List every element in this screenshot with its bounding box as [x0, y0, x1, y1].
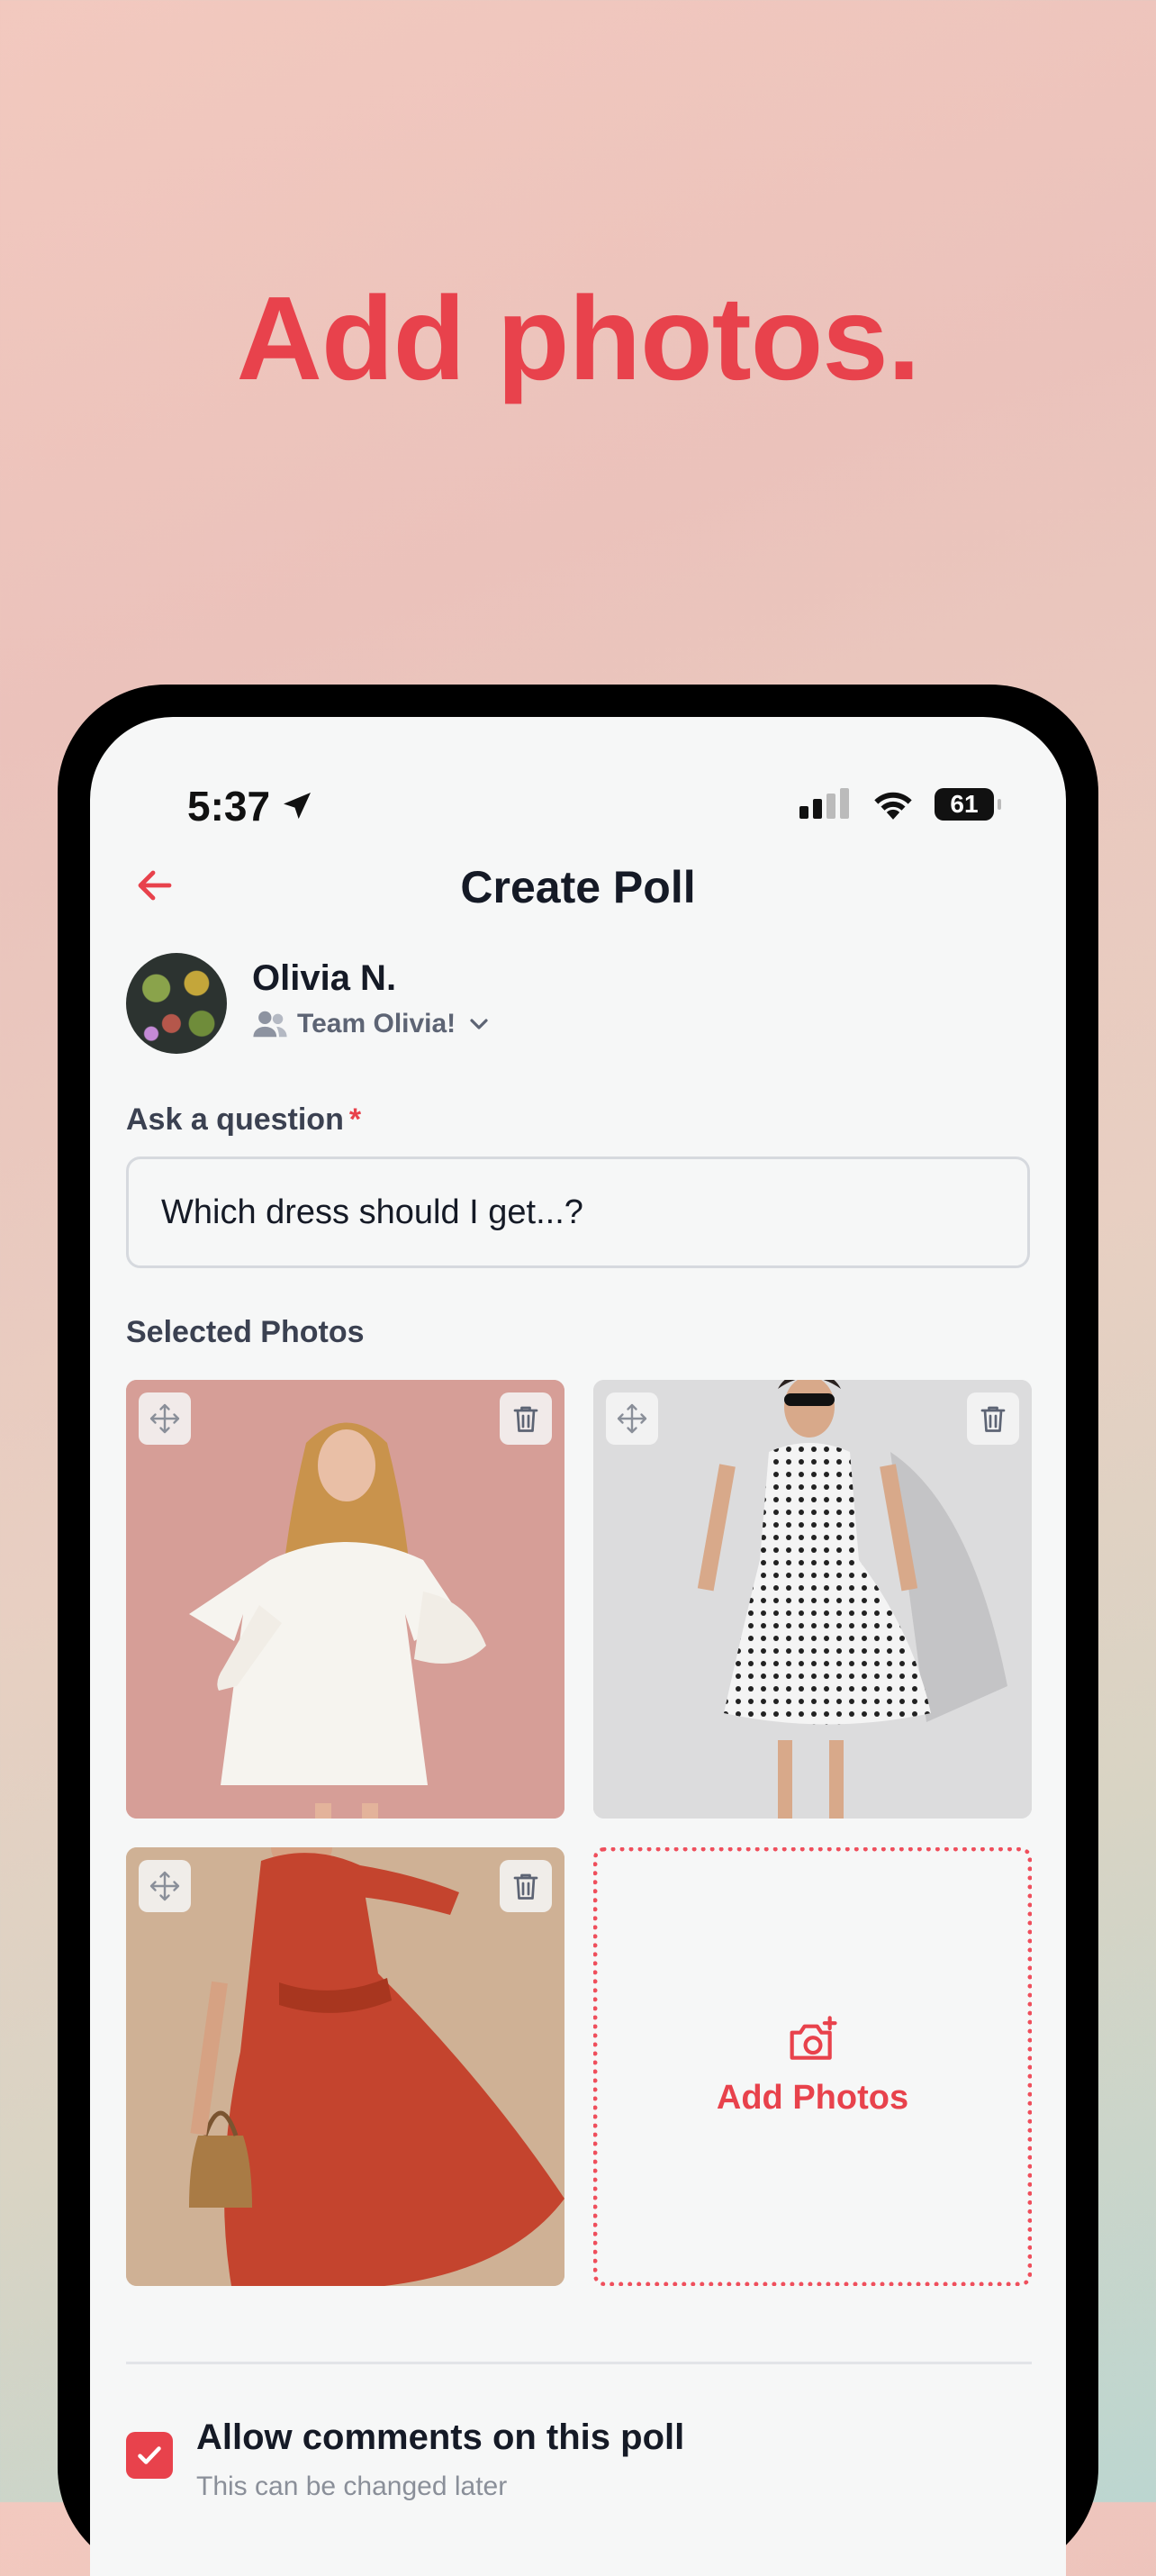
- page-title: Create Poll: [460, 862, 696, 912]
- allow-comments-checkbox[interactable]: [126, 2432, 173, 2479]
- location-arrow-icon: [284, 793, 312, 820]
- allow-comments-label: Allow comments on this poll: [196, 2417, 685, 2457]
- screen: 5:37 61 Create Poll Olivia N. Team Olivi…: [90, 717, 1066, 2576]
- camera-plus-icon: [790, 2016, 837, 2060]
- add-photos-button[interactable]: Add Photos: [593, 1847, 1032, 2286]
- trash-icon: [513, 1406, 538, 1432]
- move-icon: [149, 1871, 180, 1901]
- battery-indicator: 61: [935, 788, 1001, 821]
- headline: Add photos.: [236, 272, 921, 404]
- add-photos-label: Add Photos: [716, 2079, 909, 2117]
- photo-grid: Add Photos: [126, 1380, 1032, 2288]
- team-selector[interactable]: Team Olivia!: [252, 1009, 493, 1039]
- drag-handle[interactable]: [139, 1860, 191, 1912]
- user-name: Olivia N.: [252, 958, 397, 998]
- cellular-signal-icon: [799, 788, 849, 819]
- question-label: Ask a question *: [126, 1102, 361, 1138]
- avatar: [126, 953, 227, 1054]
- checkmark-icon: [138, 2446, 161, 2464]
- move-icon: [149, 1403, 180, 1434]
- drag-handle[interactable]: [139, 1392, 191, 1445]
- photo-tile[interactable]: [126, 1380, 564, 1819]
- drag-handle[interactable]: [606, 1392, 658, 1445]
- delete-photo-button[interactable]: [500, 1392, 552, 1445]
- delete-photo-button[interactable]: [500, 1860, 552, 1912]
- photo-image: [126, 1380, 564, 1819]
- chevron-down-icon: [470, 1019, 488, 1029]
- photo-tile[interactable]: [593, 1380, 1032, 1819]
- team-name: Team Olivia!: [297, 1009, 456, 1039]
- status-time: 5:37: [187, 782, 315, 830]
- selected-photos-label: Selected Photos: [126, 1315, 365, 1349]
- question-label-text: Ask a question: [126, 1102, 344, 1137]
- photo-image: [593, 1380, 1032, 1819]
- trash-icon: [980, 1406, 1006, 1432]
- question-input[interactable]: [126, 1156, 1030, 1268]
- photo-tile[interactable]: [126, 1847, 564, 2286]
- status-time-text: 5:37: [187, 783, 271, 830]
- allow-comments-hint: This can be changed later: [196, 2472, 508, 2501]
- wifi-icon: [874, 792, 912, 820]
- users-icon: [253, 1011, 287, 1038]
- status-icons: 61: [798, 787, 1001, 821]
- trash-icon: [513, 1873, 538, 1900]
- photo-image: [126, 1847, 564, 2286]
- move-icon: [617, 1403, 647, 1434]
- phone-frame: 5:37 61 Create Poll Olivia N. Team Olivi…: [58, 685, 1098, 2576]
- required-marker: *: [348, 1102, 362, 1137]
- battery-level: 61: [950, 790, 979, 818]
- divider: [126, 2362, 1032, 2364]
- delete-photo-button[interactable]: [967, 1392, 1019, 1445]
